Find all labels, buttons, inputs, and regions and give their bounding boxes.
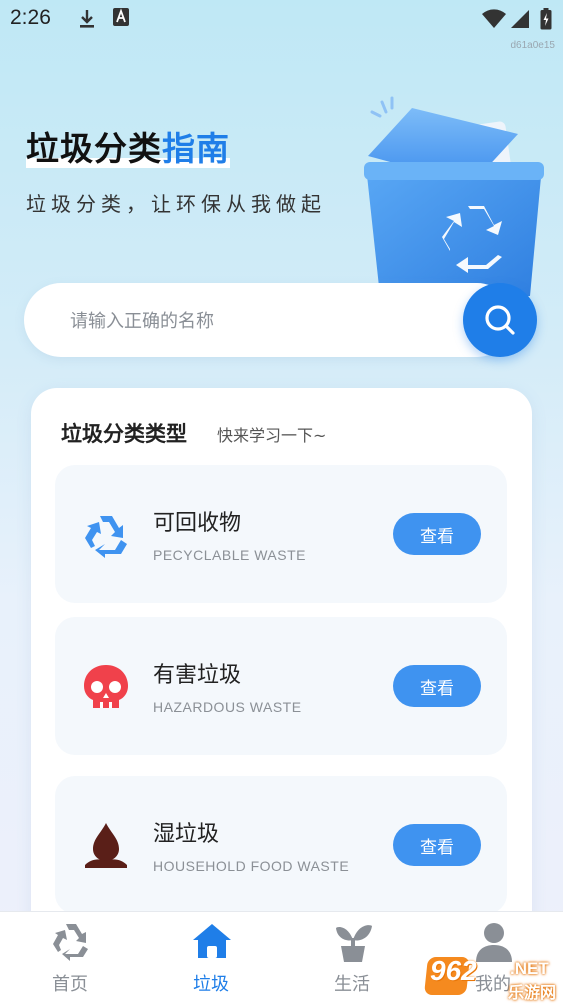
battery-icon	[540, 8, 552, 30]
category-card-recyclable[interactable]: 可回收物 PECYCLABLE WASTE 查看	[55, 465, 507, 603]
accessibility-icon	[113, 8, 129, 26]
category-card-food[interactable]: 湿垃圾 HOUSEHOLD FOOD WASTE 查看	[55, 776, 507, 914]
view-recyclable-button[interactable]: 查看	[393, 513, 481, 555]
tab-life[interactable]: 生活	[282, 912, 422, 1003]
search-box[interactable]	[24, 283, 514, 357]
home-icon	[193, 924, 231, 958]
category-card-hazardous[interactable]: 有害垃圾 HAZARDOUS WASTE 查看	[55, 617, 507, 755]
plant-icon	[336, 925, 372, 962]
status-time: 2:26	[10, 6, 51, 29]
watermark-number: 962	[430, 955, 477, 986]
skull-icon	[84, 665, 128, 708]
download-icon	[80, 10, 94, 28]
recycle-icon	[85, 516, 127, 558]
tab-home[interactable]: 首页	[0, 912, 140, 1003]
title-part-1: 垃圾分类	[26, 129, 162, 168]
search-input[interactable]	[68, 305, 452, 337]
category-english: PECYCLABLE WASTE	[153, 547, 306, 563]
signal-icon	[511, 10, 529, 28]
watermark-suffix: .NET	[510, 959, 549, 978]
category-panel: 垃圾分类类型 快来学习一下~ 可回收物 PECYCLABLE WASTE 查看 …	[31, 388, 532, 948]
title-part-2: 指南	[162, 129, 230, 168]
page-subtitle: 垃圾分类，让环保从我做起	[26, 192, 326, 216]
category-english: HOUSEHOLD FOOD WASTE	[153, 858, 350, 874]
category-name: 有害垃圾	[153, 663, 242, 688]
page-title: 垃圾分类指南	[26, 122, 230, 170]
view-food-button[interactable]: 查看	[393, 824, 481, 866]
tab-trash[interactable]: 垃圾	[141, 912, 281, 1003]
tab-label: 生活	[334, 974, 370, 995]
tab-label: 垃圾	[193, 974, 229, 995]
drop-icon	[85, 823, 127, 868]
section-subtitle: 快来学习一下~	[217, 426, 327, 445]
search-bar	[24, 283, 538, 357]
view-hazardous-button[interactable]: 查看	[393, 665, 481, 707]
site-watermark: 962 .NET 乐游网	[422, 953, 560, 1002]
category-name: 可回收物	[153, 511, 242, 536]
section-title: 垃圾分类类型	[61, 422, 187, 446]
category-english: HAZARDOUS WASTE	[153, 699, 302, 715]
wifi-icon	[482, 9, 506, 28]
category-name: 湿垃圾	[153, 822, 220, 847]
recycle-bin-illustration	[364, 96, 544, 296]
watermark-site: 乐游网	[508, 983, 557, 1002]
build-tag: d61a0e15	[510, 40, 556, 51]
search-button[interactable]	[463, 283, 537, 357]
recycle-icon	[53, 924, 88, 961]
search-icon	[485, 305, 515, 335]
status-bar: 2:26	[0, 0, 563, 40]
tab-label: 首页	[52, 974, 88, 995]
